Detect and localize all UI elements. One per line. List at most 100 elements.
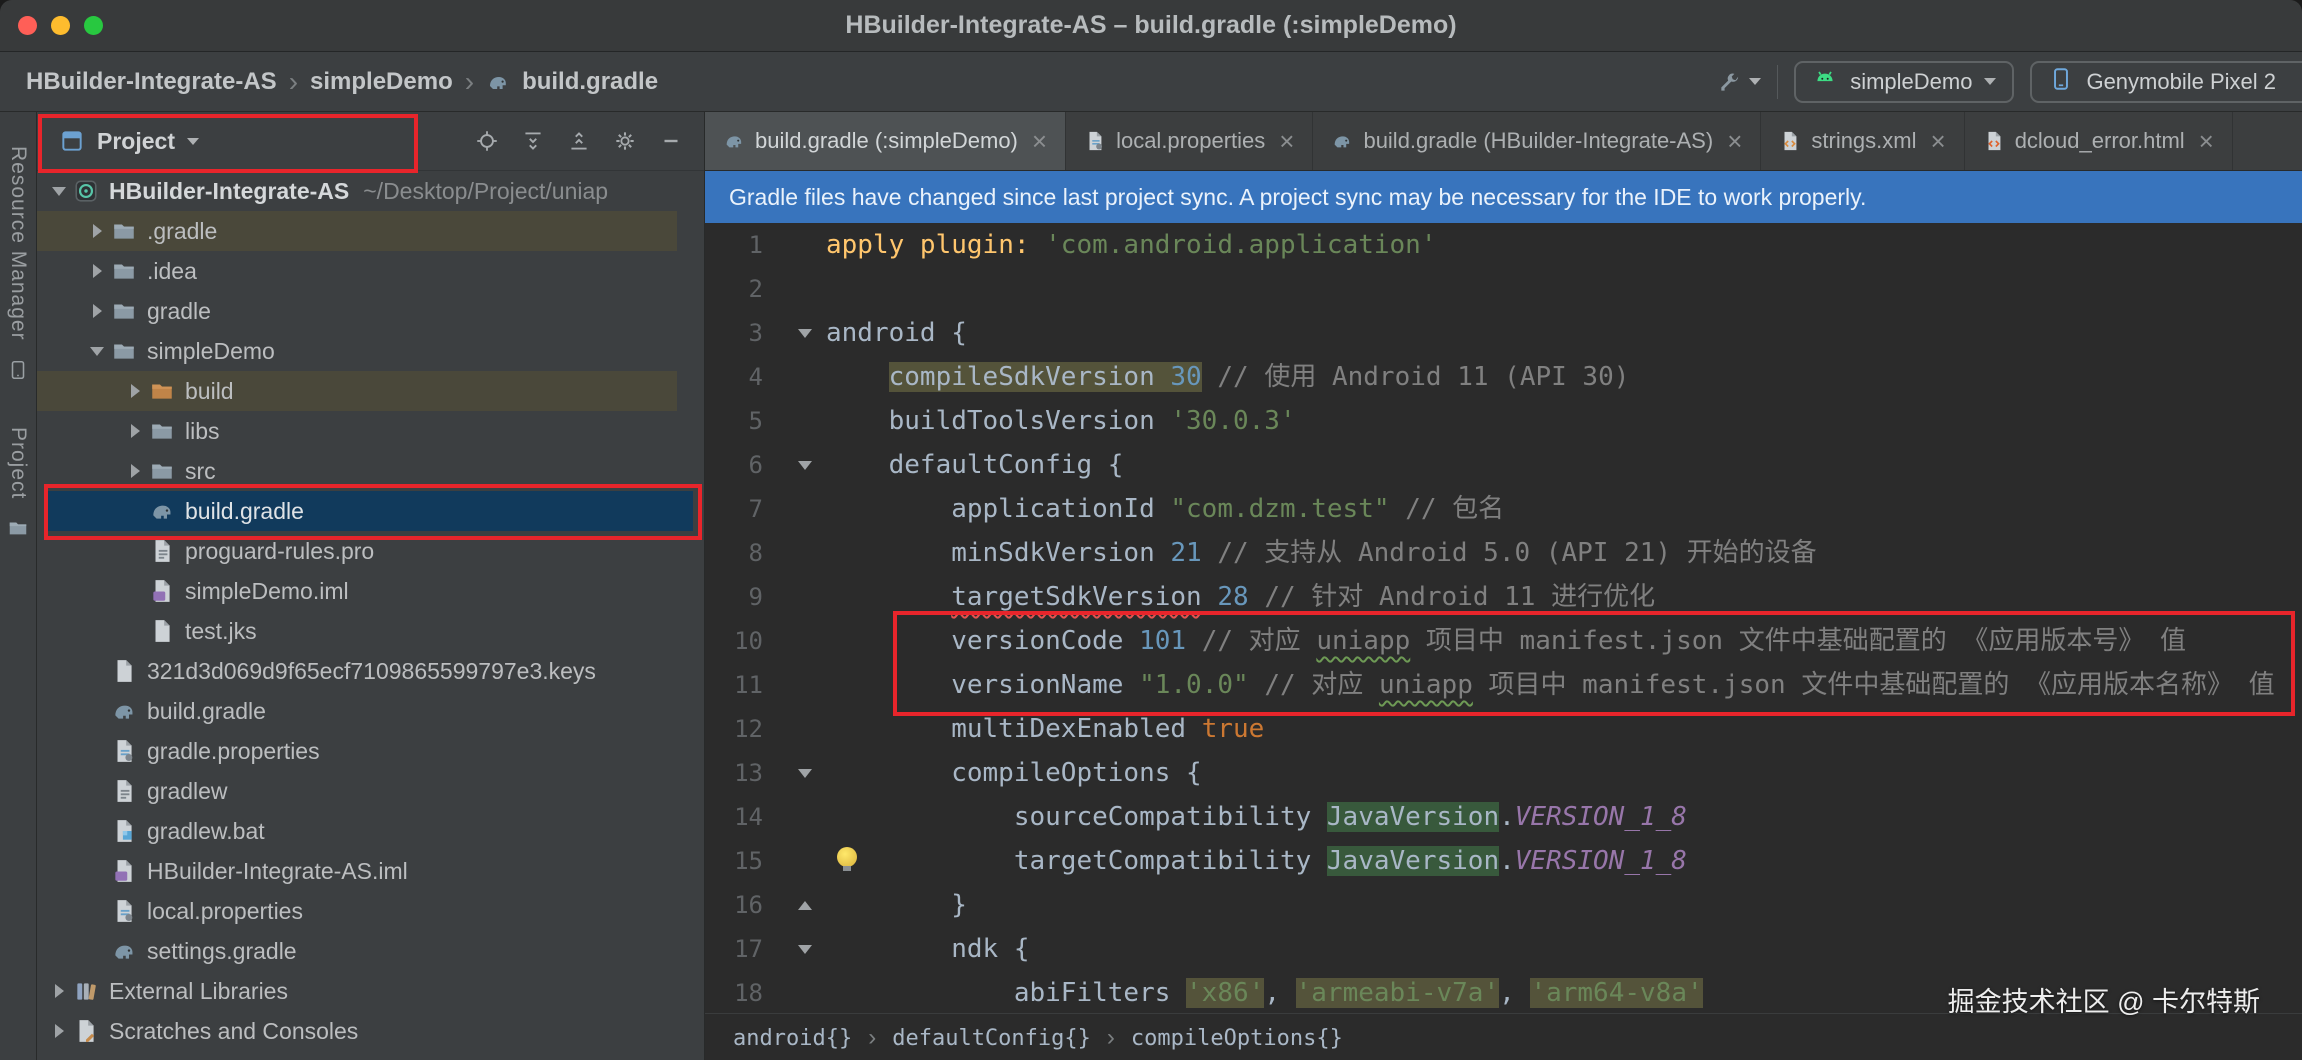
project-panel-title[interactable]: Project xyxy=(97,128,175,155)
editor-tab[interactable]: build.gradle (HBuilder-Integrate-AS) × xyxy=(1313,112,1762,170)
tree-item-label: External Libraries xyxy=(109,977,288,1004)
fold-down-icon[interactable] xyxy=(791,751,819,795)
line-number: 5 xyxy=(748,407,763,435)
fold-up-icon[interactable] xyxy=(791,883,819,927)
chevron-collapsed-icon[interactable] xyxy=(121,424,149,438)
close-tab-icon[interactable]: × xyxy=(1279,128,1294,154)
chevron-down-icon xyxy=(1749,78,1762,85)
line-number: 12 xyxy=(734,715,763,743)
tree-row[interactable]: local.properties xyxy=(37,891,704,931)
chevron-collapsed-icon[interactable] xyxy=(121,384,149,398)
zoom-window-button[interactable] xyxy=(84,16,103,35)
chevron-collapsed-icon[interactable] xyxy=(45,984,73,998)
breadcrumb-item[interactable]: build.gradle xyxy=(522,68,658,96)
tree-row[interactable]: gradlew.bat xyxy=(37,811,704,851)
chevron-expanded-icon[interactable] xyxy=(45,186,73,196)
iml-file-icon xyxy=(149,578,175,604)
chevron-collapsed-icon[interactable] xyxy=(45,1024,73,1038)
close-window-button[interactable] xyxy=(18,16,37,35)
tree-row[interactable]: simpleDemo.iml xyxy=(37,571,704,611)
settings-gear-icon[interactable] xyxy=(612,128,638,154)
scratch-icon xyxy=(73,1018,99,1044)
editor-breadcrumb-item[interactable]: defaultConfig{} xyxy=(892,1026,1091,1051)
tree-row[interactable]: gradlew xyxy=(37,771,704,811)
minimize-window-button[interactable] xyxy=(51,16,70,35)
tool-window-button-resource-manager[interactable]: Resource Manager xyxy=(6,146,30,381)
locate-icon[interactable] xyxy=(474,128,500,154)
tree-row[interactable]: .gradle xyxy=(37,211,704,251)
fold-down-icon[interactable] xyxy=(791,443,819,487)
editor-tab[interactable]: local.properties × xyxy=(1066,112,1314,170)
close-tab-icon[interactable]: × xyxy=(2199,128,2214,154)
tree-row[interactable]: gradle xyxy=(37,291,704,331)
tree-row[interactable]: libs xyxy=(37,411,704,451)
tree-row[interactable]: Scratches and Consoles xyxy=(37,1011,704,1051)
project-tree[interactable]: HBuilder-Integrate-AS ~/Desktop/Project/u… xyxy=(37,171,704,1060)
code-text: targetSdkVersion 28 // 针对 Android 11 进行优… xyxy=(951,582,1656,612)
tool-window-button-project[interactable]: Project xyxy=(6,427,30,539)
chevron-down-icon xyxy=(186,137,199,145)
tree-row[interactable]: .idea xyxy=(37,251,704,291)
editor-tab[interactable]: strings.xml × xyxy=(1761,112,1965,170)
titlebar: HBuilder-Integrate-AS – build.gradle (:s… xyxy=(0,0,2302,52)
fold-down-icon[interactable] xyxy=(791,927,819,971)
code-line: 5 buildToolsVersion '30.0.3' xyxy=(705,399,2302,443)
code-line: 17 ndk { xyxy=(705,927,2302,971)
tree-row[interactable]: src xyxy=(37,451,704,491)
breadcrumb-item[interactable]: simpleDemo xyxy=(310,68,453,96)
tree-row[interactable]: HBuilder-Integrate-AS.iml xyxy=(37,851,704,891)
expand-all-icon[interactable] xyxy=(520,128,546,154)
properties-file-icon xyxy=(111,738,137,764)
tree-item-label: gradlew xyxy=(147,777,228,804)
chevron-down-icon xyxy=(1984,78,1997,85)
code-line: 1 apply plugin: 'com.android.application' xyxy=(705,223,2302,267)
tree-row[interactable]: build xyxy=(37,371,704,411)
close-tab-icon[interactable]: × xyxy=(1032,128,1047,154)
intention-bulb-icon[interactable] xyxy=(837,847,857,871)
breadcrumb-item[interactable]: HBuilder-Integrate-AS xyxy=(26,68,277,96)
tree-row[interactable]: HBuilder-Integrate-AS ~/Desktop/Project/u… xyxy=(37,171,704,211)
chevron-collapsed-icon[interactable] xyxy=(83,304,111,318)
build-variants-menu[interactable] xyxy=(1717,69,1762,95)
chevron-expanded-icon[interactable] xyxy=(83,346,111,356)
folder-icon xyxy=(149,418,175,444)
tree-item-label: gradlew.bat xyxy=(147,817,265,844)
chevron-collapsed-icon[interactable] xyxy=(83,224,111,238)
tree-row[interactable]: 321d3d069d9f65ecf7109865599797e3.keys xyxy=(37,651,704,691)
tree-item-label: HBuilder-Integrate-AS xyxy=(109,177,350,204)
tree-row[interactable]: External Libraries xyxy=(37,971,704,1011)
tree-row[interactable]: gradle.properties xyxy=(37,731,704,771)
editor-tab[interactable]: dcloud_error.html × xyxy=(1965,112,2233,170)
tree-row[interactable]: build.gradle xyxy=(37,491,704,531)
gradle-file-icon xyxy=(486,70,510,94)
project-view-selector[interactable] xyxy=(59,128,85,154)
tree-item-label: local.properties xyxy=(147,897,303,924)
tree-item-label: HBuilder-Integrate-AS.iml xyxy=(147,857,408,884)
close-tab-icon[interactable]: × xyxy=(1727,128,1742,154)
tree-row[interactable]: simpleDemo xyxy=(37,331,704,371)
tree-row[interactable]: build.gradle xyxy=(37,691,704,731)
bat-file-icon xyxy=(111,818,137,844)
tree-item-label: gradle.properties xyxy=(147,737,320,764)
editor-tab[interactable]: build.gradle (:simpleDemo) × xyxy=(705,112,1067,170)
code-text: } xyxy=(826,890,967,920)
tree-item-path: ~/Desktop/Project/uniap xyxy=(363,177,609,204)
fold-down-icon[interactable] xyxy=(791,311,819,355)
tree-row[interactable]: settings.gradle xyxy=(37,931,704,971)
close-tab-icon[interactable]: × xyxy=(1931,128,1946,154)
tree-item-label: .idea xyxy=(147,257,197,284)
code-editor[interactable]: 1 apply plugin: 'com.android.application'… xyxy=(705,223,2302,1013)
device-icon[interactable] xyxy=(7,359,29,381)
editor-breadcrumb-item[interactable]: android{} xyxy=(733,1026,852,1051)
code-text: multiDexEnabled true xyxy=(826,714,1265,744)
run-config-selector[interactable]: simpleDemo xyxy=(1794,60,2015,103)
tree-row[interactable]: test.jks xyxy=(37,611,704,651)
device-selector[interactable]: Genymobile Pixel 2 xyxy=(2030,60,2302,103)
tree-row[interactable]: proguard-rules.pro xyxy=(37,531,704,571)
chevron-collapsed-icon[interactable] xyxy=(83,264,111,278)
folder-icon[interactable] xyxy=(7,517,29,539)
editor-breadcrumb-item[interactable]: compileOptions{} xyxy=(1131,1026,1343,1051)
chevron-collapsed-icon[interactable] xyxy=(121,464,149,478)
hide-icon[interactable] xyxy=(658,128,684,154)
collapse-all-icon[interactable] xyxy=(566,128,592,154)
